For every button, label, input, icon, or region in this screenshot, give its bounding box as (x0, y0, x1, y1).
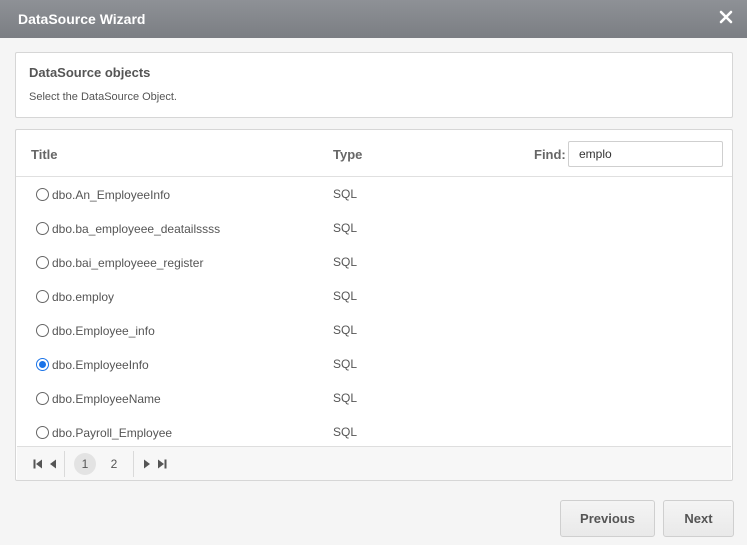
find-label: Find: (534, 147, 566, 162)
row-radio[interactable] (36, 392, 49, 405)
column-header-type[interactable]: Type (333, 147, 362, 162)
row-title[interactable]: dbo.An_EmployeeInfo (52, 188, 170, 202)
pager: 1 2 (17, 446, 731, 480)
table-row[interactable]: dbo.Employee_info SQL (16, 313, 732, 347)
prev-page-icon[interactable] (47, 447, 59, 480)
row-type: SQL (333, 289, 358, 303)
title-bar: DataSource Wizard (0, 0, 747, 38)
row-radio[interactable] (36, 222, 49, 235)
next-button[interactable]: Next (663, 500, 734, 537)
row-type: SQL (333, 391, 358, 405)
find-input[interactable] (568, 141, 723, 167)
page-number[interactable]: 2 (103, 453, 125, 475)
first-page-icon[interactable] (31, 447, 45, 480)
row-type: SQL (333, 323, 358, 337)
window-title: DataSource Wizard (18, 11, 146, 27)
close-icon[interactable] (719, 10, 733, 24)
table-row[interactable]: dbo.employ SQL (16, 279, 732, 313)
table-row[interactable]: dbo.An_EmployeeInfo SQL (16, 177, 732, 211)
row-title[interactable]: dbo.EmployeeInfo (52, 358, 149, 372)
grid-rows: dbo.An_EmployeeInfo SQL dbo.ba_employeee… (16, 177, 732, 446)
row-radio[interactable] (36, 290, 49, 303)
row-title[interactable]: dbo.Payroll_Employee (52, 426, 172, 440)
info-panel: DataSource objects Select the DataSource… (15, 52, 733, 118)
table-row[interactable]: dbo.Payroll_Employee SQL (16, 415, 732, 446)
page-number[interactable]: 1 (74, 453, 96, 475)
column-header-title[interactable]: Title (31, 147, 58, 162)
next-page-icon[interactable] (141, 447, 153, 480)
table-row[interactable]: dbo.bai_employeee_register SQL (16, 245, 732, 279)
row-radio[interactable] (36, 324, 49, 337)
row-type: SQL (333, 187, 358, 201)
row-radio[interactable] (36, 188, 49, 201)
row-type: SQL (333, 255, 358, 269)
previous-button[interactable]: Previous (560, 500, 655, 537)
row-type: SQL (333, 357, 358, 371)
pager-divider (64, 451, 65, 477)
row-type: SQL (333, 425, 358, 439)
table-row[interactable]: dbo.EmployeeInfo SQL (16, 347, 732, 381)
row-title[interactable]: dbo.EmployeeName (52, 392, 161, 406)
last-page-icon[interactable] (155, 447, 169, 480)
info-subtext: Select the DataSource Object. (29, 91, 177, 103)
row-type: SQL (333, 221, 358, 235)
table-row[interactable]: dbo.EmployeeName SQL (16, 381, 732, 415)
row-radio[interactable] (36, 426, 49, 439)
row-title[interactable]: dbo.ba_employeee_deatailssss (52, 222, 220, 236)
row-radio[interactable] (36, 358, 49, 371)
info-heading: DataSource objects (29, 65, 151, 80)
row-title[interactable]: dbo.Employee_info (52, 324, 155, 338)
row-title[interactable]: dbo.employ (52, 290, 114, 304)
row-title[interactable]: dbo.bai_employeee_register (52, 256, 203, 270)
row-radio[interactable] (36, 256, 49, 269)
table-row[interactable]: dbo.ba_employeee_deatailssss SQL (16, 211, 732, 245)
pager-divider (133, 451, 134, 477)
grid-header: Title Type Find: (16, 130, 732, 177)
datasource-grid: Title Type Find: dbo.An_EmployeeInfo SQL… (15, 129, 733, 481)
